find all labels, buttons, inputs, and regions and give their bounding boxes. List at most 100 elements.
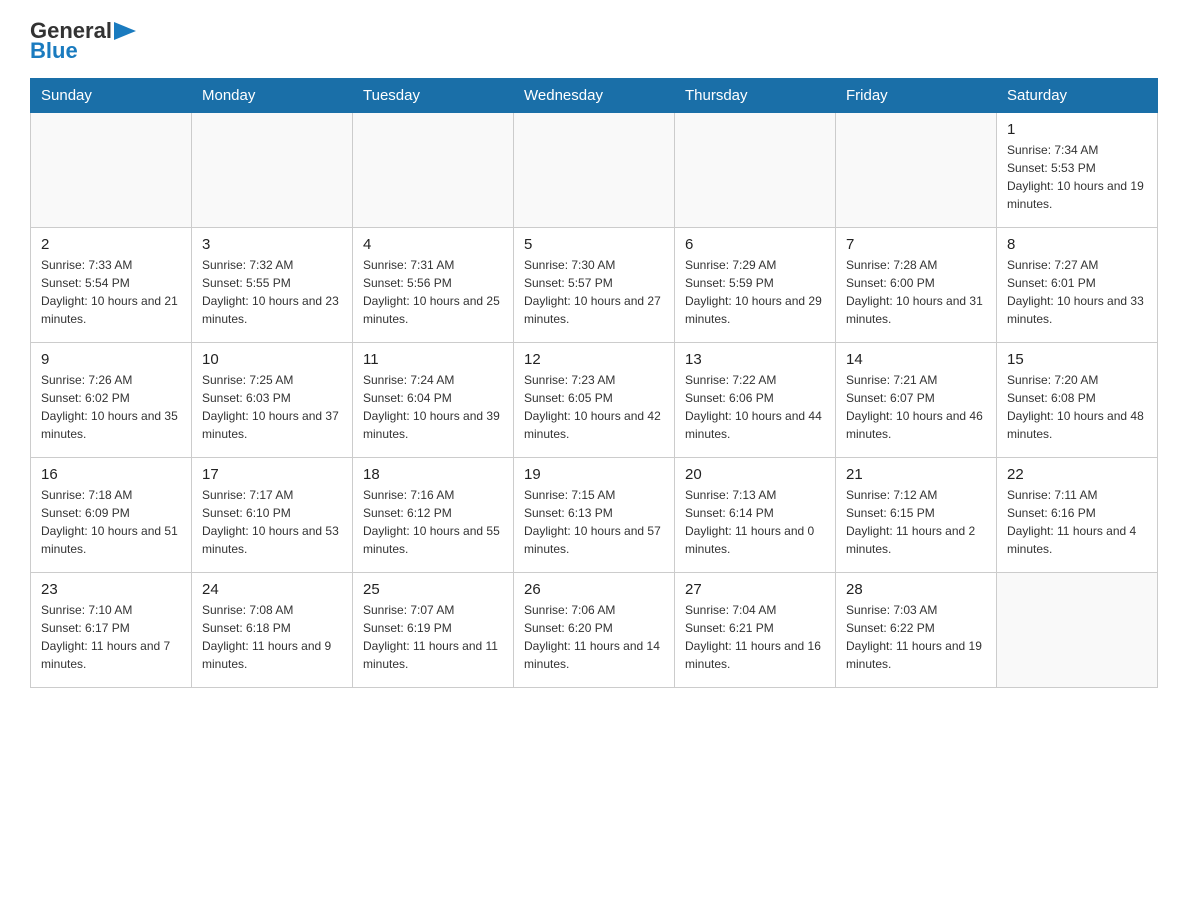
header-wednesday: Wednesday: [514, 79, 675, 113]
calendar-cell: 26 Sunrise: 7:06 AM Sunset: 6:20 PM Dayli…: [514, 573, 675, 688]
calendar-cell: 4 Sunrise: 7:31 AM Sunset: 5:56 PM Daylig…: [353, 228, 514, 343]
header-tuesday: Tuesday: [353, 79, 514, 113]
day-info: Sunrise: 7:29 AM Sunset: 5:59 PM Dayligh…: [685, 256, 825, 328]
day-info: Sunrise: 7:03 AM Sunset: 6:22 PM Dayligh…: [846, 601, 986, 673]
day-number: 13: [685, 351, 825, 368]
day-info: Sunrise: 7:17 AM Sunset: 6:10 PM Dayligh…: [202, 486, 342, 558]
day-info: Sunrise: 7:06 AM Sunset: 6:20 PM Dayligh…: [524, 601, 664, 673]
logo-triangle-icon: [114, 22, 136, 40]
day-number: 28: [846, 581, 986, 598]
day-info: Sunrise: 7:10 AM Sunset: 6:17 PM Dayligh…: [41, 601, 181, 673]
day-info: Sunrise: 7:15 AM Sunset: 6:13 PM Dayligh…: [524, 486, 664, 558]
logo-text-blue: Blue: [30, 40, 136, 62]
calendar-cell: 14Sunrise: 7:21 AM Sunset: 6:07 PM Dayli…: [836, 343, 997, 458]
calendar-cell: 2 Sunrise: 7:33 AM Sunset: 5:54 PM Daylig…: [31, 228, 192, 343]
day-info: Sunrise: 7:25 AM Sunset: 6:03 PM Dayligh…: [202, 371, 342, 443]
day-info: Sunrise: 7:11 AM Sunset: 6:16 PM Dayligh…: [1007, 486, 1147, 558]
calendar-cell: 19 Sunrise: 7:15 AM Sunset: 6:13 PM Dayli…: [514, 458, 675, 573]
day-number: 21: [846, 466, 986, 483]
calendar-cell: 1 Sunrise: 7:34 AM Sunset: 5:53 PM Daylig…: [997, 113, 1158, 228]
day-number: 22: [1007, 466, 1147, 483]
calendar-cell: 9 Sunrise: 7:26 AM Sunset: 6:02 PM Daylig…: [31, 343, 192, 458]
calendar-cell: 22 Sunrise: 7:11 AM Sunset: 6:16 PM Dayli…: [997, 458, 1158, 573]
day-number: 3: [202, 236, 342, 253]
day-number: 1: [1007, 121, 1147, 138]
page-header: General Blue: [30, 20, 1158, 62]
calendar-cell: [997, 573, 1158, 688]
day-info: Sunrise: 7:28 AM Sunset: 6:00 PM Dayligh…: [846, 256, 986, 328]
day-info: Sunrise: 7:21 AM Sunset: 6:07 PM Dayligh…: [846, 371, 986, 443]
calendar-cell: [514, 113, 675, 228]
day-info: Sunrise: 7:27 AM Sunset: 6:01 PM Dayligh…: [1007, 256, 1147, 328]
day-info: Sunrise: 7:22 AM Sunset: 6:06 PM Dayligh…: [685, 371, 825, 443]
header-monday: Monday: [192, 79, 353, 113]
calendar-cell: 25 Sunrise: 7:07 AM Sunset: 6:19 PM Dayli…: [353, 573, 514, 688]
day-number: 10: [202, 351, 342, 368]
calendar-cell: [192, 113, 353, 228]
calendar-cell: 23 Sunrise: 7:10 AM Sunset: 6:17 PM Dayli…: [31, 573, 192, 688]
calendar-cell: 21 Sunrise: 7:12 AM Sunset: 6:15 PM Dayli…: [836, 458, 997, 573]
day-number: 25: [363, 581, 503, 598]
logo: General Blue: [30, 20, 136, 62]
calendar-cell: 17 Sunrise: 7:17 AM Sunset: 6:10 PM Dayli…: [192, 458, 353, 573]
calendar-cell: [31, 113, 192, 228]
day-number: 9: [41, 351, 181, 368]
day-number: 15: [1007, 351, 1147, 368]
calendar-cell: [675, 113, 836, 228]
header-thursday: Thursday: [675, 79, 836, 113]
week-row-3: 9 Sunrise: 7:26 AM Sunset: 6:02 PM Daylig…: [31, 343, 1158, 458]
calendar-cell: 3 Sunrise: 7:32 AM Sunset: 5:55 PM Daylig…: [192, 228, 353, 343]
calendar-cell: 16Sunrise: 7:18 AM Sunset: 6:09 PM Dayli…: [31, 458, 192, 573]
calendar-cell: 24 Sunrise: 7:08 AM Sunset: 6:18 PM Dayli…: [192, 573, 353, 688]
week-row-2: 2 Sunrise: 7:33 AM Sunset: 5:54 PM Daylig…: [31, 228, 1158, 343]
day-info: Sunrise: 7:20 AM Sunset: 6:08 PM Dayligh…: [1007, 371, 1147, 443]
day-number: 19: [524, 466, 664, 483]
calendar-cell: [836, 113, 997, 228]
week-row-1: 1 Sunrise: 7:34 AM Sunset: 5:53 PM Daylig…: [31, 113, 1158, 228]
day-number: 7: [846, 236, 986, 253]
day-info: Sunrise: 7:32 AM Sunset: 5:55 PM Dayligh…: [202, 256, 342, 328]
header-friday: Friday: [836, 79, 997, 113]
calendar-cell: 18Sunrise: 7:16 AM Sunset: 6:12 PM Dayli…: [353, 458, 514, 573]
day-info: Sunrise: 7:24 AM Sunset: 6:04 PM Dayligh…: [363, 371, 503, 443]
day-number: 23: [41, 581, 181, 598]
day-number: 11: [363, 351, 503, 368]
day-info: Sunrise: 7:31 AM Sunset: 5:56 PM Dayligh…: [363, 256, 503, 328]
day-info: Sunrise: 7:07 AM Sunset: 6:19 PM Dayligh…: [363, 601, 503, 673]
calendar-cell: 5 Sunrise: 7:30 AM Sunset: 5:57 PM Daylig…: [514, 228, 675, 343]
calendar-cell: 15 Sunrise: 7:20 AM Sunset: 6:08 PM Dayli…: [997, 343, 1158, 458]
day-info: Sunrise: 7:34 AM Sunset: 5:53 PM Dayligh…: [1007, 141, 1147, 213]
day-info: Sunrise: 7:12 AM Sunset: 6:15 PM Dayligh…: [846, 486, 986, 558]
calendar-cell: 20 Sunrise: 7:13 AM Sunset: 6:14 PM Dayli…: [675, 458, 836, 573]
header-sunday: Sunday: [31, 79, 192, 113]
day-number: 5: [524, 236, 664, 253]
calendar-cell: 13 Sunrise: 7:22 AM Sunset: 6:06 PM Dayli…: [675, 343, 836, 458]
day-number: 18: [363, 466, 503, 483]
day-number: 4: [363, 236, 503, 253]
day-info: Sunrise: 7:04 AM Sunset: 6:21 PM Dayligh…: [685, 601, 825, 673]
calendar-cell: 27 Sunrise: 7:04 AM Sunset: 6:21 PM Dayli…: [675, 573, 836, 688]
calendar-cell: 28 Sunrise: 7:03 AM Sunset: 6:22 PM Dayli…: [836, 573, 997, 688]
calendar-table: SundayMondayTuesdayWednesdayThursdayFrid…: [30, 78, 1158, 688]
week-row-5: 23 Sunrise: 7:10 AM Sunset: 6:17 PM Dayli…: [31, 573, 1158, 688]
day-info: Sunrise: 7:30 AM Sunset: 5:57 PM Dayligh…: [524, 256, 664, 328]
day-number: 17: [202, 466, 342, 483]
day-info: Sunrise: 7:33 AM Sunset: 5:54 PM Dayligh…: [41, 256, 181, 328]
day-number: 24: [202, 581, 342, 598]
calendar-cell: 6 Sunrise: 7:29 AM Sunset: 5:59 PM Daylig…: [675, 228, 836, 343]
day-info: Sunrise: 7:26 AM Sunset: 6:02 PM Dayligh…: [41, 371, 181, 443]
calendar-header-row: SundayMondayTuesdayWednesdayThursdayFrid…: [31, 79, 1158, 113]
day-info: Sunrise: 7:13 AM Sunset: 6:14 PM Dayligh…: [685, 486, 825, 558]
calendar-cell: 11 Sunrise: 7:24 AM Sunset: 6:04 PM Dayli…: [353, 343, 514, 458]
calendar-cell: [353, 113, 514, 228]
day-number: 27: [685, 581, 825, 598]
calendar-cell: 10 Sunrise: 7:25 AM Sunset: 6:03 PM Dayli…: [192, 343, 353, 458]
day-info: Sunrise: 7:08 AM Sunset: 6:18 PM Dayligh…: [202, 601, 342, 673]
day-number: 2: [41, 236, 181, 253]
day-number: 26: [524, 581, 664, 598]
day-number: 6: [685, 236, 825, 253]
day-number: 20: [685, 466, 825, 483]
day-number: 12: [524, 351, 664, 368]
day-number: 16: [41, 466, 181, 483]
calendar-cell: 7 Sunrise: 7:28 AM Sunset: 6:00 PM Daylig…: [836, 228, 997, 343]
